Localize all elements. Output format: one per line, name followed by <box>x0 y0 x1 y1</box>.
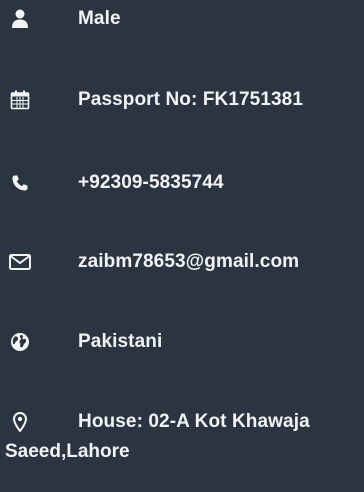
nationality-label: Pakistani <box>78 331 163 352</box>
calendar-icon <box>8 88 32 112</box>
phone-icon <box>8 171 32 195</box>
map-marker-icon <box>8 410 32 434</box>
phone-label: +92309-5835744 <box>78 172 224 193</box>
gender-label: Male <box>78 8 121 29</box>
passport-label: Passport No: FK1751381 <box>78 89 304 110</box>
envelope-icon <box>8 250 32 274</box>
email-label: zaibm78653@gmail.com <box>78 251 300 272</box>
user-icon <box>8 7 32 31</box>
address-label: House: 02-A Kot Khawaja <box>78 411 310 432</box>
address-continuation-text: Saeed,Lahore <box>5 441 130 462</box>
globe-icon <box>8 330 32 354</box>
